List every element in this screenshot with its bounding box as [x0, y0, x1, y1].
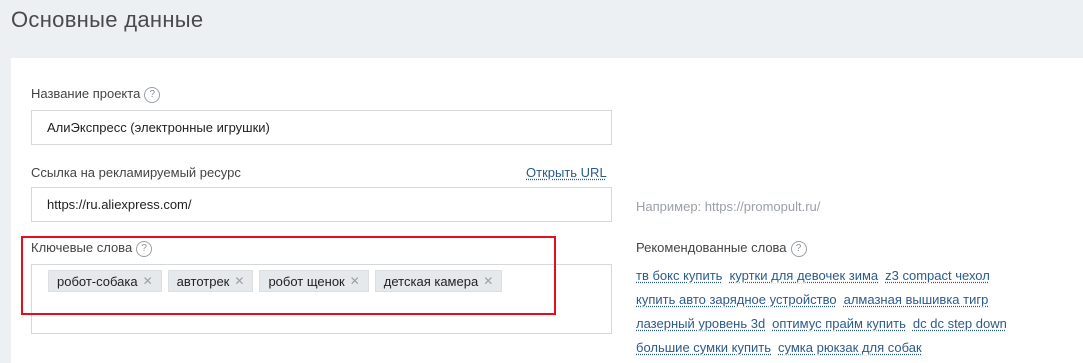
recommended-word-link[interactable]: z3 compact чехол: [885, 268, 990, 283]
keywords-label: Ключевые слова?: [31, 240, 153, 257]
recommended-word-link[interactable]: оптимус прайм купить: [772, 316, 906, 331]
resource-url-hint: Например: https://promopult.ru/: [636, 199, 821, 214]
recommended-line: тв бокс купить куртки для девочек зима z3 …: [636, 268, 997, 283]
keyword-tag-label: автотрек: [176, 273, 230, 289]
project-name-label-text: Название проекта: [31, 86, 141, 101]
keyword-tag-label: робот щенок: [268, 273, 345, 289]
project-name-value: АлиЭкспресс (электронные игрушки): [47, 120, 270, 135]
recommended-words-label-text: Рекомендованные слова: [636, 240, 787, 255]
help-icon[interactable]: ?: [790, 241, 807, 257]
recommended-line: лазерный уровень 3d оптимус прайм купить d…: [636, 316, 1014, 331]
recommended-word-link[interactable]: сумка рюкзак для собак: [778, 340, 922, 355]
close-icon[interactable]: ✕: [234, 274, 244, 288]
resource-link-label: Ссылка на рекламируемый ресурс: [31, 165, 241, 180]
recommended-word-link[interactable]: алмазная вышивка тигр: [844, 292, 989, 307]
recommended-word-link[interactable]: тв бокс купить: [636, 268, 722, 283]
close-icon[interactable]: ✕: [350, 274, 360, 288]
keyword-tag-label: детская камера: [383, 273, 479, 289]
recommended-word-link[interactable]: куртки для девочек зима: [729, 268, 878, 283]
resource-url-value: https://ru.aliexpress.com/: [47, 197, 192, 212]
recommended-line: большие сумки купить сумка рюкзак для соб…: [636, 340, 929, 355]
recommended-word-link[interactable]: большие сумки купить: [636, 340, 771, 355]
help-icon[interactable]: ?: [144, 87, 161, 103]
open-url-link[interactable]: Открыть URL: [526, 165, 607, 180]
keywords-label-text: Ключевые слова: [31, 240, 133, 255]
recommended-word-link[interactable]: dc dc step down: [913, 316, 1007, 331]
keyword-tag: детская камера ✕: [374, 270, 503, 292]
keyword-tag-label: робот-собака: [57, 273, 138, 289]
keyword-tag: автотрек ✕: [167, 270, 254, 292]
recommended-line: купить авто зарядное устройство алмазная …: [636, 292, 995, 307]
resource-url-input[interactable]: https://ru.aliexpress.com/: [31, 187, 612, 222]
keyword-tag: робот щенок ✕: [259, 270, 369, 292]
close-icon[interactable]: ✕: [483, 274, 493, 288]
project-name-input[interactable]: АлиЭкспресс (электронные игрушки): [31, 110, 612, 145]
recommended-words-label: Рекомендованные слова?: [636, 240, 807, 257]
keyword-tags: робот-собака ✕ автотрек ✕ робот щенок ✕ дет…: [48, 270, 508, 292]
recommended-word-link[interactable]: купить авто зарядное устройство: [636, 292, 837, 307]
close-icon[interactable]: ✕: [143, 274, 153, 288]
recommended-word-link[interactable]: лазерный уровень 3d: [636, 316, 765, 331]
help-icon[interactable]: ?: [136, 241, 153, 257]
section-title: Основные данные: [11, 7, 204, 32]
project-name-label: Название проекта?: [31, 86, 161, 103]
keyword-tag: робот-собака ✕: [48, 270, 162, 292]
